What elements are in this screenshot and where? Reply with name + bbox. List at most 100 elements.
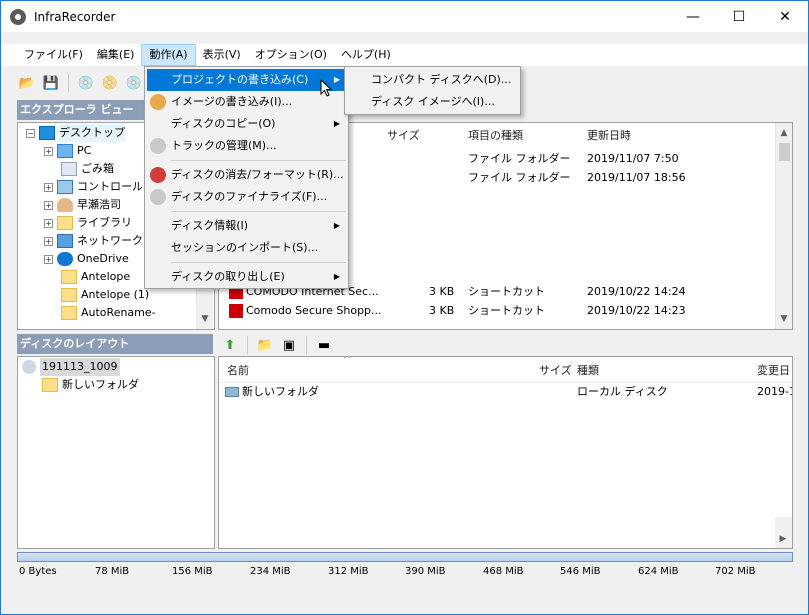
tree-item-recycle-bin[interactable]: ごみ箱	[61, 160, 114, 178]
app-window: InfraRecorder — ☐ ✕ ファイル(F) 編集(E) 動作(A) …	[0, 0, 809, 615]
collapse-icon[interactable]: −	[26, 128, 35, 138]
save-project-icon[interactable]: 💾	[41, 73, 61, 93]
capacity-scale-label: 156 MiB	[172, 566, 213, 577]
file-row-date: 2019/10/22 14:23	[587, 304, 686, 317]
new-folder-icon[interactable]: 📁	[255, 335, 275, 355]
column-header-size[interactable]: サイズ	[387, 126, 420, 146]
tree-item-network[interactable]: + ネットワーク	[44, 232, 143, 250]
tree-item-folder[interactable]: AutoRename-	[61, 304, 156, 322]
disc-tree-folder[interactable]: 新しいフォルダ	[42, 376, 139, 394]
menu-edit[interactable]: 編集(E)	[90, 44, 142, 66]
disc-tree: 191113_1009 新しいフォルダ	[17, 356, 215, 549]
menu-action[interactable]: 動作(A)	[141, 44, 196, 66]
maximize-button[interactable]: ☐	[716, 1, 762, 32]
tree-item-folder[interactable]: Antelope (1)	[61, 286, 149, 304]
title-bar[interactable]: InfraRecorder — ☐ ✕	[1, 1, 808, 32]
folder-icon	[61, 270, 77, 284]
expand-icon[interactable]: +	[44, 254, 53, 264]
app-icon	[10, 8, 26, 25]
menu-separator	[171, 211, 346, 212]
cloud-icon	[57, 252, 73, 266]
file-row-date: 2019/11/07 18:56	[587, 171, 686, 184]
menu-help[interactable]: ヘルプ(H)	[334, 44, 398, 66]
close-button[interactable]: ✕	[762, 1, 808, 32]
capacity-scale-label: 0 Bytes	[19, 566, 57, 577]
rename-icon[interactable]: ▣	[279, 335, 299, 355]
submenu-arrow-icon: ▶	[333, 75, 340, 84]
disc-tree-root[interactable]: 191113_1009	[22, 358, 120, 376]
menu-view[interactable]: 表示(V)	[196, 44, 248, 66]
expand-icon[interactable]: +	[44, 200, 53, 210]
folder-icon	[42, 378, 58, 392]
expand-icon[interactable]: +	[44, 236, 53, 246]
column-header-type[interactable]: 種類	[577, 361, 599, 381]
column-header-type[interactable]: 項目の種類	[468, 126, 523, 146]
file-row-date: 2019/11/07 7:50	[587, 152, 679, 165]
erase-disc-icon[interactable]: 💿	[124, 73, 144, 93]
up-arrow-icon[interactable]: ⬆	[220, 335, 240, 355]
menu-separator	[171, 262, 346, 263]
file-list-scrollbar[interactable]: ▲ ▼	[775, 123, 792, 329]
menu-item-copy-disc[interactable]: ディスクのコピー(O) ▶	[147, 113, 346, 135]
file-row-type[interactable]: ファイル フォルダー	[468, 169, 571, 187]
capacity-scale-label: 546 MiB	[560, 566, 601, 577]
menu-item-write-project[interactable]: プロジェクトの書き込み(C) ▶	[147, 69, 346, 91]
menu-file[interactable]: ファイル(F)	[17, 44, 90, 66]
burn-icon	[150, 72, 166, 88]
menu-item-write-image[interactable]: イメージの書き込み(I)...	[147, 91, 346, 113]
shortcut-icon	[229, 304, 243, 318]
expand-icon[interactable]: +	[44, 146, 53, 156]
disc-capacity-bar	[17, 552, 793, 562]
disc-layout-header: ディスクのレイアウト	[17, 334, 213, 354]
tree-item-library[interactable]: + ライブラリ	[44, 214, 132, 232]
main-toolbar: 📂 💾 💿 📀 💿	[17, 70, 144, 96]
scroll-down-icon[interactable]: ▼	[776, 311, 792, 327]
tree-item-onedrive[interactable]: + OneDrive	[44, 250, 129, 268]
tree-item-desktop[interactable]: − デスクトップ	[26, 124, 125, 142]
disc-file-row[interactable]: 新しいフォルダ	[225, 383, 319, 401]
tree-item-user[interactable]: + 早瀬浩司	[44, 196, 121, 214]
file-row-type[interactable]: ファイル フォルダー	[468, 150, 571, 168]
toolbar-separator	[247, 336, 248, 354]
menu-item-to-compact-disc[interactable]: コンパクト ディスクへ(D)...	[347, 69, 518, 91]
tree-item-folder[interactable]: Antelope	[61, 268, 130, 286]
burn-disc-icon[interactable]: 💿	[76, 73, 96, 93]
menu-item-to-disc-image[interactable]: ディスク イメージへ(I)...	[347, 91, 518, 113]
open-project-icon[interactable]: 📂	[17, 73, 37, 93]
disc-icon	[22, 360, 36, 374]
submenu-arrow-icon: ▶	[333, 119, 340, 128]
tree-item-pc[interactable]: + PC	[44, 142, 91, 160]
expand-icon[interactable]: +	[44, 182, 53, 192]
minimize-button[interactable]: —	[670, 1, 716, 32]
scroll-right-icon[interactable]: ▶	[775, 531, 791, 547]
copy-disc-icon[interactable]: 📀	[100, 73, 120, 93]
menu-item-erase-format[interactable]: ディスクの消去/フォーマット(R)...	[147, 164, 346, 186]
menu-item-manage-tracks[interactable]: トラックの管理(M)...	[147, 135, 346, 157]
menu-bar: ファイル(F) 編集(E) 動作(A) 表示(V) オプション(O) ヘルプ(H…	[1, 44, 808, 66]
column-header-date[interactable]: 更新日時	[587, 126, 631, 146]
tree-item-control-panel[interactable]: + コントロール /	[44, 178, 150, 196]
menu-item-import-session[interactable]: セッションのインポート(S)...	[147, 237, 346, 259]
file-row-size: 3 KB	[429, 304, 455, 317]
expand-icon[interactable]: +	[44, 218, 53, 228]
recycle-bin-icon	[61, 162, 77, 176]
column-header-size[interactable]: サイズ	[539, 361, 572, 381]
capacity-scale-label: 78 MiB	[95, 566, 130, 577]
column-header-name[interactable]: 名前	[227, 361, 249, 381]
column-header-date[interactable]: 変更日	[757, 361, 790, 381]
tracks-icon	[150, 138, 166, 154]
remove-icon[interactable]: ▬	[314, 335, 334, 355]
menu-options[interactable]: オプション(O)	[248, 44, 334, 66]
menu-item-finalize[interactable]: ディスクのファイナライズ(F)...	[147, 186, 346, 208]
scroll-thumb[interactable]	[779, 143, 790, 161]
scroll-up-icon[interactable]: ▲	[776, 125, 792, 141]
disc-list-scrollbar[interactable]: ▶	[775, 517, 792, 548]
folder-icon	[61, 306, 77, 320]
menu-item-disc-info[interactable]: ディスク情報(I) ▶	[147, 215, 346, 237]
menu-item-eject-disc[interactable]: ディスクの取り出し(E) ▶	[147, 266, 346, 288]
capacity-scale-label: 234 MiB	[250, 566, 291, 577]
scroll-down-icon[interactable]: ▼	[197, 311, 213, 327]
capacity-scale-label: 468 MiB	[483, 566, 524, 577]
desktop-icon	[39, 126, 55, 140]
file-row[interactable]: Comodo Secure Shopp...	[229, 302, 382, 320]
